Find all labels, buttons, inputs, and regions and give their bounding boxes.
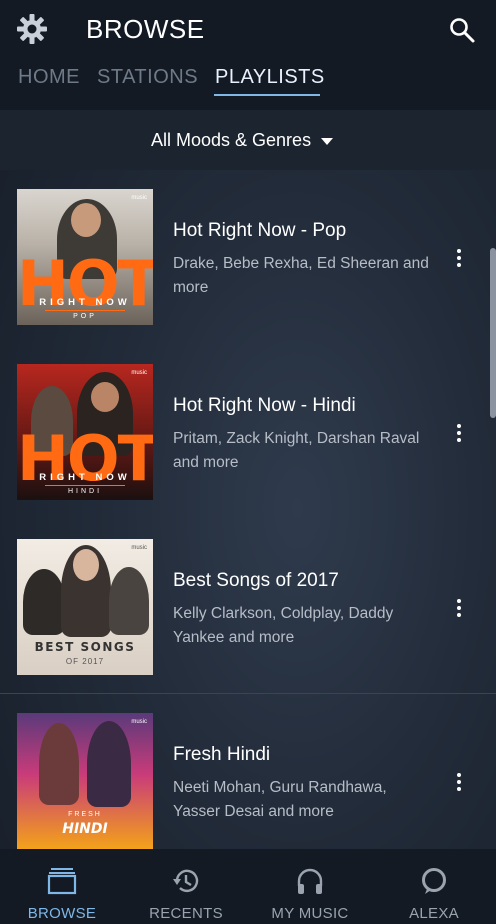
art-title: BEST SONGS [34, 640, 136, 654]
art-genre: POP [73, 313, 97, 320]
artist-figure [23, 569, 65, 635]
nav-label: BROWSE [27, 905, 97, 922]
playlist-artwork: music FRESH HINDI [17, 713, 153, 849]
playlist-title: Best Songs of 2017 [173, 570, 339, 591]
playlist-artists: Pritam, Zack Knight, Darshan Raval and m… [173, 430, 420, 471]
playlist-artists: Neeti Mohan, Guru Randhawa, Yasser Desai… [173, 779, 387, 820]
nav-recents[interactable]: RECENTS [124, 849, 248, 924]
app-header: BROWSE HOME STATIONS PLAYLISTS [0, 0, 496, 110]
nav-label: MY MUSIC [271, 905, 349, 922]
tab-playlists[interactable]: PLAYLISTS [215, 66, 325, 89]
music-badge: music [131, 719, 147, 725]
alexa-icon [422, 868, 446, 894]
artist-figure [87, 721, 131, 807]
nav-alexa[interactable]: ALEXA [372, 849, 496, 924]
more-options-icon[interactable] [452, 248, 466, 270]
playlist-artwork: music HOT RIGHT NOW HINDI [17, 364, 153, 500]
headphones-icon [297, 868, 323, 894]
playlist-item[interactable]: music BEST SONGS OF 2017 Best Songs of 2… [0, 520, 496, 695]
top-tabs: HOME STATIONS PLAYLISTS [0, 62, 496, 98]
art-subtitle: RIGHT NOW [39, 297, 131, 308]
artist-face [91, 382, 119, 412]
art-rule [45, 310, 125, 311]
art-title: HINDI [62, 821, 108, 837]
active-tab-indicator [214, 94, 320, 96]
art-subtitle: FRESH [68, 811, 102, 818]
playlist-artwork: music BEST SONGS OF 2017 [17, 539, 153, 675]
caret-down-icon [321, 138, 333, 145]
artist-face [71, 203, 101, 237]
music-badge: music [131, 370, 147, 376]
more-options-icon[interactable] [452, 423, 466, 445]
art-genre: HINDI [67, 488, 103, 495]
playlist-title: Fresh Hindi [173, 744, 271, 765]
gear-icon[interactable] [16, 13, 48, 45]
playlist-title: Hot Right Now - Pop [173, 220, 347, 241]
playlist-artwork: music HOT RIGHT NOW POP [17, 189, 153, 325]
playlist-item[interactable]: music HOT RIGHT NOW HINDI Hot Right Now … [0, 345, 496, 520]
app-root: BROWSE HOME STATIONS PLAYLISTS All Moods… [0, 0, 496, 924]
music-badge: music [131, 195, 147, 201]
playlist-artists: Drake, Bebe Rexha, Ed Sheeran and more [173, 255, 429, 296]
nav-label: ALEXA [409, 905, 459, 922]
recents-icon [173, 869, 199, 893]
artist-figure [109, 567, 149, 635]
playlist-title: Hot Right Now - Hindi [173, 395, 356, 416]
genre-filter[interactable]: All Moods & Genres [0, 110, 496, 170]
more-options-icon[interactable] [452, 598, 466, 620]
art-subtitle: OF 2017 [65, 657, 105, 666]
playlist-item[interactable]: music FRESH HINDI Fresh Hindi Neeti Moha… [0, 694, 496, 869]
nav-label: RECENTS [149, 905, 223, 922]
page-title: BROWSE [86, 14, 205, 44]
artist-face [73, 549, 99, 581]
more-options-icon[interactable] [452, 772, 466, 794]
playlist-item[interactable]: music HOT RIGHT NOW POP Hot Right Now - … [0, 170, 496, 345]
art-subtitle: RIGHT NOW [39, 472, 131, 483]
music-badge: music [131, 545, 147, 551]
search-icon[interactable] [448, 16, 476, 44]
filter-label: All Moods & Genres [151, 130, 312, 150]
art-rule [45, 485, 125, 486]
nav-my-music[interactable]: MY MUSIC [248, 849, 372, 924]
artist-figure [39, 723, 79, 805]
tab-home[interactable]: HOME [18, 66, 80, 89]
scrollbar[interactable] [490, 248, 496, 418]
browse-icon [47, 868, 77, 895]
tab-stations[interactable]: STATIONS [97, 66, 198, 89]
playlist-artists: Kelly Clarkson, Coldplay, Daddy Yankee a… [173, 605, 394, 646]
bottom-navigation: BROWSE RECENTS MY MUSIC ALEXA [0, 849, 496, 924]
nav-browse[interactable]: BROWSE [0, 849, 124, 924]
